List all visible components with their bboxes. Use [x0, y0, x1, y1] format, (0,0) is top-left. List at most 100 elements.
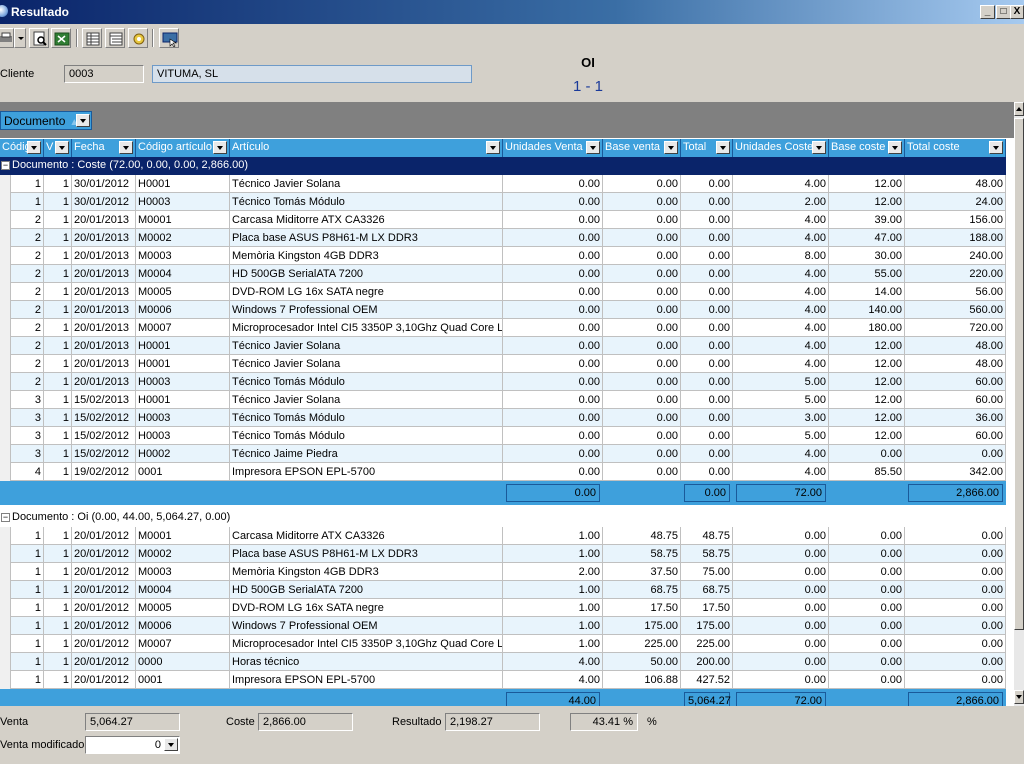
table-row[interactable]: 1 1 20/01/2012 M0005 DVD-ROM LG 16x SATA neg… — [0, 599, 1006, 617]
column-header-articulo[interactable]: Artículo — [230, 139, 503, 157]
column-filter-dropdown[interactable] — [716, 141, 730, 154]
column-filter-dropdown[interactable] — [213, 141, 227, 154]
table-row[interactable]: 3 1 15/02/2012 H0002 Técnico Jaime Piedra 0.0… — [0, 445, 1006, 463]
cell-codigo-articulo: M0007 — [136, 319, 230, 337]
column-header-v[interactable]: V — [44, 139, 72, 157]
table-row[interactable]: 3 1 15/02/2013 H0001 Técnico Javier Solana 0.… — [0, 391, 1006, 409]
cell-unidades-venta: 1.00 — [503, 599, 603, 617]
title-bar[interactable]: Resultado _ □ X — [0, 0, 1024, 24]
columns-button[interactable] — [82, 28, 102, 48]
cell-v: 1 — [44, 229, 72, 247]
results-grid[interactable]: Documento ▲ Código V Fecha Código artículo Ar… — [0, 102, 1014, 706]
table-row[interactable]: 1 1 20/01/2012 M0007 Microprocesador Intel C… — [0, 635, 1006, 653]
table-row[interactable]: 1 1 20/01/2012 M0004 HD 500GB SerialATA 7200… — [0, 581, 1006, 599]
table-row[interactable]: 2 1 20/01/2013 M0003 Memòria Kingston 4GB DD… — [0, 247, 1006, 265]
table-row[interactable]: 2 1 20/01/2013 M0002 Placa base ASUS P8H61-M… — [0, 229, 1006, 247]
cell-codigo-articulo: H0001 — [136, 175, 230, 193]
column-filter-dropdown[interactable] — [27, 141, 41, 154]
cell-total: 0.00 — [681, 409, 733, 427]
table-row[interactable]: 1 1 20/01/2012 M0002 Placa base ASUS P8H61-M… — [0, 545, 1006, 563]
select-button[interactable] — [159, 28, 179, 48]
collapse-group-icon[interactable]: − — [1, 161, 10, 170]
table-row[interactable]: 3 1 15/02/2012 H0003 Técnico Tomás Módulo 0.0… — [0, 427, 1006, 445]
scroll-thumb[interactable] — [1014, 118, 1024, 630]
table-row[interactable]: 1 1 20/01/2012 0000 Horas técnico 4.00 50.00 20… — [0, 653, 1006, 671]
vertical-scrollbar[interactable] — [1014, 102, 1024, 706]
column-header-fecha[interactable]: Fecha — [72, 139, 136, 157]
column-filter-dropdown[interactable] — [664, 141, 678, 154]
cell-base-venta: 17.50 — [603, 599, 681, 617]
table-row[interactable]: 2 1 20/01/2013 H0003 Técnico Tomás Módulo 0.0… — [0, 373, 1006, 391]
table-row[interactable]: 2 1 20/01/2013 H0001 Técnico Javier Solana 0.… — [0, 355, 1006, 373]
column-filter-dropdown[interactable] — [989, 141, 1003, 154]
table-row[interactable]: 1 1 20/01/2012 M0006 Windows 7 Professional … — [0, 617, 1006, 635]
group-header[interactable]: − Documento : Coste (72.00, 0.00, 0.00, 2… — [0, 157, 1006, 175]
column-filter-dropdown[interactable] — [486, 141, 500, 154]
group-filter-dropdown[interactable] — [76, 114, 90, 127]
cell-codigo: 1 — [11, 563, 44, 581]
table-row[interactable]: 4 1 19/02/2012 0001 Impresora EPSON EPL-5700… — [0, 463, 1006, 481]
table-row[interactable]: 2 1 20/01/2013 M0005 DVD-ROM LG 16x SATA neg… — [0, 283, 1006, 301]
table-row[interactable]: 2 1 20/01/2013 M0006 Windows 7 Professional … — [0, 301, 1006, 319]
settings-button[interactable] — [128, 28, 148, 48]
close-button[interactable]: X — [1010, 5, 1024, 19]
cell-codigo: 2 — [11, 229, 44, 247]
cell-total: 0.00 — [681, 301, 733, 319]
column-filter-dropdown[interactable] — [119, 141, 133, 154]
column-header-codigo[interactable]: Código — [0, 139, 44, 157]
table-row[interactable]: 2 1 20/01/2013 M0001 Carcasa Miditorre ATX C… — [0, 211, 1006, 229]
column-header-label: Unidades Coste — [735, 141, 814, 153]
print-dropdown-button[interactable] — [14, 28, 26, 48]
venta-modificado-select[interactable]: 0 — [85, 736, 180, 754]
cell-base-coste: 47.00 — [829, 229, 905, 247]
group-header-label: Documento : Oi (0.00, 44.00, 5,064.27, 0… — [12, 511, 231, 523]
print-button[interactable] — [0, 28, 14, 48]
maximize-button[interactable]: □ — [996, 5, 1011, 19]
venta-modificado-dropdown[interactable] — [164, 738, 178, 751]
minimize-button[interactable]: _ — [980, 5, 995, 19]
column-header-codigo-articulo[interactable]: Código artículo — [136, 139, 230, 157]
cell-fecha: 20/01/2013 — [72, 265, 136, 283]
table-row[interactable]: 2 1 20/01/2013 H0001 Técnico Javier Solana 0.… — [0, 337, 1006, 355]
cell-unidades-coste: 4.00 — [733, 175, 829, 193]
table-row[interactable]: 2 1 20/01/2013 M0004 HD 500GB SerialATA 7200… — [0, 265, 1006, 283]
export-excel-button[interactable] — [51, 28, 71, 48]
cell-v: 1 — [44, 193, 72, 211]
column-header-total-coste[interactable]: Total coste — [905, 139, 1006, 157]
group-by-documento-chip[interactable]: Documento ▲ — [0, 111, 92, 130]
group-header[interactable]: − Documento : Oi (0.00, 44.00, 5,064.27, … — [0, 509, 1006, 527]
scroll-down-button[interactable] — [1014, 690, 1024, 704]
group-header-label: Documento : Coste (72.00, 0.00, 0.00, 2,… — [12, 159, 249, 171]
table-row[interactable]: 1 1 20/01/2012 M0003 Memòria Kingston 4GB DD… — [0, 563, 1006, 581]
cell-v: 1 — [44, 391, 72, 409]
table-row[interactable]: 1 1 20/01/2012 M0001 Carcasa Miditorre ATX C… — [0, 527, 1006, 545]
column-header-unidades-coste[interactable]: Unidades Coste — [733, 139, 829, 157]
cell-codigo: 3 — [11, 391, 44, 409]
column-filter-dropdown[interactable] — [55, 141, 69, 154]
scroll-up-button[interactable] — [1014, 102, 1024, 116]
cell-codigo-articulo: H0001 — [136, 355, 230, 373]
table-row[interactable]: 1 1 30/01/2012 H0001 Técnico Javier Solana 0.… — [0, 175, 1006, 193]
table-row[interactable]: 1 1 20/01/2012 0001 Impresora EPSON EPL-5700… — [0, 671, 1006, 689]
table-row[interactable]: 1 1 30/01/2012 H0003 Técnico Tomás Módulo 0.0… — [0, 193, 1006, 211]
column-filter-dropdown[interactable] — [586, 141, 600, 154]
client-code-field[interactable]: 0003 — [64, 65, 144, 83]
resultado-label: Resultado — [392, 716, 442, 728]
row-indent — [0, 617, 11, 635]
table-row[interactable]: 2 1 20/01/2013 M0007 Microprocesador Intel C… — [0, 319, 1006, 337]
column-header-unidades-venta[interactable]: Unidades Venta — [503, 139, 603, 157]
collapse-group-icon[interactable]: − — [1, 513, 10, 522]
cell-unidades-coste: 4.00 — [733, 265, 829, 283]
column-header-total[interactable]: Total — [681, 139, 733, 157]
column-header-base-coste[interactable]: Base coste — [829, 139, 905, 157]
cell-unidades-coste: 4.00 — [733, 301, 829, 319]
column-header-base-venta[interactable]: Base venta — [603, 139, 681, 157]
cell-articulo: DVD-ROM LG 16x SATA negre — [230, 283, 503, 301]
cell-total-coste: 60.00 — [905, 427, 1006, 445]
column-filter-dropdown[interactable] — [812, 141, 826, 154]
print-preview-button[interactable] — [29, 28, 49, 48]
group-button[interactable] — [105, 28, 125, 48]
client-name-field[interactable]: VITUMA, SL — [152, 65, 472, 83]
column-filter-dropdown[interactable] — [888, 141, 902, 154]
table-row[interactable]: 3 1 15/02/2012 H0003 Técnico Tomás Módulo 0.0… — [0, 409, 1006, 427]
